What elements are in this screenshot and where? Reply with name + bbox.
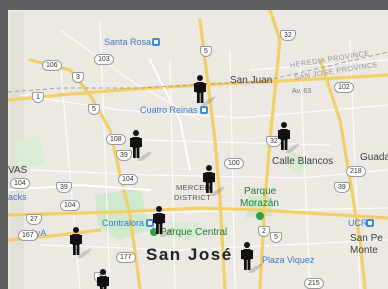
route-shield: 39 <box>56 182 72 193</box>
route-shield: 104 <box>118 174 138 185</box>
park-label-morazan-line1: Parque <box>244 186 277 197</box>
park-label-morazan-line2: Morazán <box>240 198 279 209</box>
route-shield: 218 <box>346 166 366 177</box>
road-label-av63: Av. 63 <box>292 88 312 95</box>
route-shield: 3 <box>72 72 84 83</box>
route-shield: 167 <box>18 230 38 241</box>
route-shield: 5 <box>88 104 100 115</box>
route-shield: 27 <box>26 214 42 225</box>
place-label-vas: VAS <box>8 165 28 176</box>
route-shield: 39 <box>334 182 350 193</box>
transit-station-icon <box>366 219 374 227</box>
person-marker-icon[interactable] <box>202 164 230 198</box>
route-shield: 5 <box>200 46 212 57</box>
transit-station-icon <box>152 38 160 46</box>
route-shield: 177 <box>116 252 136 263</box>
route-shield: 104 <box>10 178 30 189</box>
route-shield: 2 <box>258 226 270 237</box>
place-label-santa-rosa: Santa Rosa <box>104 37 152 47</box>
route-shield: 102 <box>334 82 354 93</box>
person-marker-icon[interactable] <box>96 268 124 289</box>
person-marker-icon[interactable] <box>129 129 157 163</box>
route-shield: 104 <box>60 200 80 211</box>
park-icon <box>256 212 264 220</box>
route-shield: 1 <box>32 92 44 103</box>
place-label-san-juan: San Juan <box>230 75 273 86</box>
person-marker-icon[interactable] <box>152 205 180 239</box>
city-label-san-jose: San José <box>146 245 233 264</box>
place-label-san-pe-line2: Monte <box>350 245 378 256</box>
person-marker-icon[interactable] <box>277 121 305 155</box>
place-label-guada: Guada <box>360 152 388 163</box>
route-shield: 32 <box>280 30 296 41</box>
transit-station-icon <box>200 106 208 114</box>
route-shield: 106 <box>42 60 62 71</box>
person-marker-icon[interactable] <box>240 241 268 275</box>
place-label-san-pe-line1: San Pe <box>350 233 383 244</box>
place-label-plaza-viquez: Plaza Viquez <box>262 255 315 265</box>
route-shield: 108 <box>106 134 126 145</box>
place-label-ucr: UCR <box>348 218 368 228</box>
place-label-contraloria: Contralora <box>102 218 145 228</box>
place-label-cuatro-reinas: Cuatro Reinas <box>140 105 198 115</box>
person-marker-icon[interactable] <box>193 74 221 108</box>
map-view[interactable]: Santa Rosa San Juan Cuatro Reinas Calle … <box>0 0 388 289</box>
place-label-acks: acks <box>8 192 27 202</box>
route-shield: 215 <box>304 278 324 289</box>
route-shield: 103 <box>94 54 114 65</box>
person-marker-icon[interactable] <box>69 226 97 260</box>
route-shield: 5 <box>270 232 282 243</box>
place-label-calle-blancos: Calle Blancos <box>272 156 334 167</box>
